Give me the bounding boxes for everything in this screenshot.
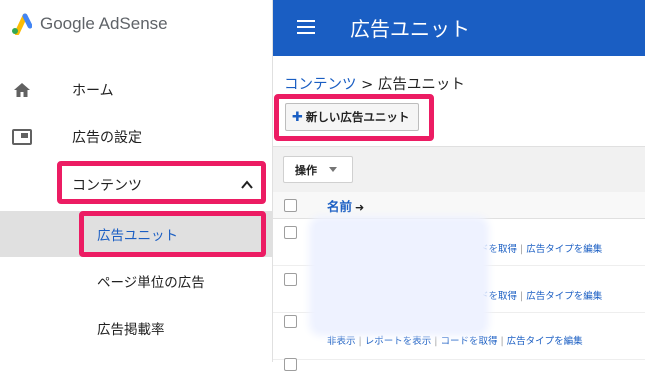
sidebar: Google AdSense ホーム 広告の設定 コンテンツ 広告ユニット ペー…	[0, 0, 273, 362]
edit-ad-type-link[interactable]: 広告タイプを編集	[507, 336, 583, 347]
sidebar-item-home[interactable]: ホーム	[0, 68, 272, 112]
row-checkbox[interactable]	[284, 226, 297, 239]
get-code-link[interactable]: ドを取得	[479, 291, 517, 302]
table-toolbar: 操作	[273, 146, 645, 193]
get-code-link[interactable]: ドを取得	[479, 244, 517, 255]
redacted-ad-unit-names	[315, 222, 483, 330]
column-header-name[interactable]: 名前 ➜	[327, 196, 364, 215]
breadcrumb-link-content[interactable]: コンテンツ	[284, 77, 357, 93]
row-checkbox[interactable]	[284, 358, 297, 371]
row-actions: 非表示 | レポートを表示 | コードを取得 | 広告タイプを編集	[327, 333, 583, 347]
sidebar-item-label: 広告の設定	[72, 130, 142, 146]
row-checkbox[interactable]	[284, 315, 297, 328]
row-checkbox[interactable]	[284, 273, 297, 286]
operations-dropdown[interactable]: 操作	[283, 156, 353, 183]
action-separator: |	[434, 336, 438, 347]
action-separator: |	[500, 336, 504, 347]
chevron-up-icon[interactable]	[240, 178, 254, 192]
breadcrumb: コンテンツ > 広告ユニット	[284, 73, 465, 94]
sidebar-item-label: ページ単位の広告	[97, 275, 205, 291]
ad-settings-icon	[12, 129, 32, 145]
breadcrumb-current: 広告ユニット	[377, 77, 465, 93]
action-separator: |	[520, 291, 524, 302]
select-all-checkbox[interactable]	[284, 199, 297, 212]
get-code-link[interactable]: コードを取得	[440, 336, 497, 347]
home-icon	[14, 83, 30, 97]
dropdown-caret-icon	[329, 167, 337, 172]
adsense-logo[interactable]: Google AdSense	[10, 9, 168, 39]
sidebar-item-ad-coverage[interactable]: 広告掲載率	[0, 306, 272, 350]
sidebar-item-ad-units[interactable]: 広告ユニット	[0, 211, 272, 257]
sidebar-item-label: コンテンツ	[72, 178, 142, 194]
table-header: 名前 ➜	[273, 192, 645, 219]
sidebar-item-page-level-ads[interactable]: ページ単位の広告	[0, 259, 272, 303]
sidebar-item-label: ホーム	[72, 83, 114, 99]
logo-text: Google AdSense	[40, 14, 168, 33]
action-separator: |	[358, 336, 362, 347]
sidebar-item-label: 広告掲載率	[97, 322, 165, 338]
row-actions: ドを取得 | 広告タイプを編集	[479, 288, 602, 302]
row-actions: ドを取得 | 広告タイプを編集	[479, 241, 602, 255]
edit-ad-type-link[interactable]: 広告タイプを編集	[526, 244, 602, 255]
sidebar-item-content[interactable]: コンテンツ	[0, 163, 272, 207]
view-report-link[interactable]: レポートを表示	[365, 336, 432, 347]
new-ad-unit-label: 新しい広告ユニット	[305, 110, 410, 124]
sort-ascending-icon: ➜	[355, 201, 365, 214]
sidebar-item-label: 広告ユニット	[97, 228, 178, 244]
sidebar-item-ad-settings[interactable]: 広告の設定	[0, 115, 272, 159]
hamburger-menu-icon[interactable]	[297, 19, 315, 35]
breadcrumb-separator: >	[361, 77, 374, 93]
operations-label: 操作	[295, 163, 317, 177]
column-header-name-label: 名前	[327, 199, 353, 214]
hide-link[interactable]: 非表示	[327, 336, 356, 347]
action-separator: |	[520, 244, 524, 255]
edit-ad-type-link[interactable]: 広告タイプを編集	[526, 291, 602, 302]
plus-icon: ✚	[292, 109, 303, 125]
app-header: 広告ユニット	[273, 0, 645, 56]
new-ad-unit-button[interactable]: ✚ 新しい広告ユニット	[285, 103, 419, 131]
adsense-logo-icon	[12, 13, 32, 35]
page-title: 広告ユニット	[350, 17, 470, 41]
